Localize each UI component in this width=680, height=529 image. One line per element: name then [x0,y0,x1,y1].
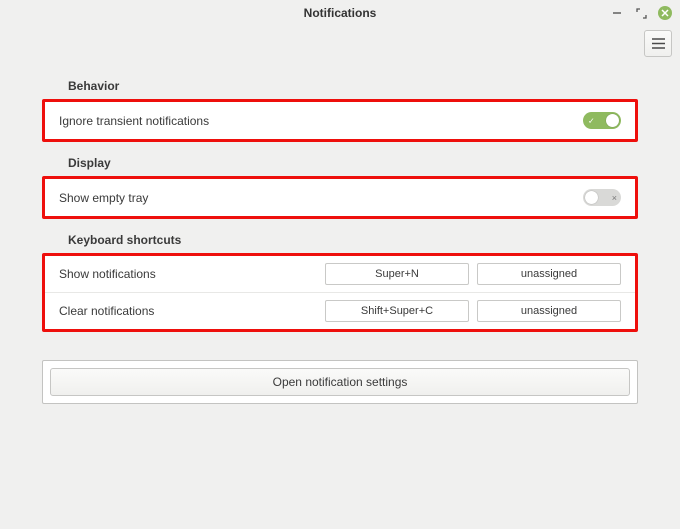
toggle-show-empty-tray[interactable]: × [583,189,621,206]
panel-behavior: Ignore transient notifications ✓ [42,99,638,142]
toggle-ignore-transient[interactable]: ✓ [583,112,621,129]
label-ignore-transient: Ignore transient notifications [59,114,209,128]
window-title: Notifications [304,6,377,20]
shortcut-row-clear: Clear notifications Shift+Super+C unassi… [45,292,635,329]
check-icon: ✓ [588,116,595,125]
window-controls [610,0,672,26]
panel-actions: Open notification settings [42,360,638,404]
open-notification-settings-button[interactable]: Open notification settings [50,368,630,396]
section-title-shortcuts: Keyboard shortcuts [42,233,638,247]
toggle-knob [585,191,598,204]
maximize-button[interactable] [634,6,648,20]
hamburger-icon [652,38,665,49]
panel-shortcuts: Show notifications Super+N unassigned Cl… [42,253,638,332]
shortcut-primary-clear[interactable]: Shift+Super+C [325,300,469,322]
close-button[interactable] [658,6,672,20]
shortcut-label-clear: Clear notifications [59,304,317,318]
shortcut-row-show: Show notifications Super+N unassigned [45,256,635,292]
row-ignore-transient: Ignore transient notifications ✓ [45,102,635,139]
x-icon: × [612,193,617,203]
toggle-knob [606,114,619,127]
content: Behavior Ignore transient notifications … [0,61,680,404]
shortcut-secondary-clear[interactable]: unassigned [477,300,621,322]
section-title-behavior: Behavior [42,79,638,93]
shortcut-label-show: Show notifications [59,267,317,281]
titlebar: Notifications [0,0,680,26]
minimize-button[interactable] [610,6,624,20]
label-show-empty-tray: Show empty tray [59,191,148,205]
toolbar [0,26,680,61]
shortcut-secondary-show[interactable]: unassigned [477,263,621,285]
panel-display: Show empty tray × [42,176,638,219]
section-title-display: Display [42,156,638,170]
shortcut-primary-show[interactable]: Super+N [325,263,469,285]
row-show-empty-tray: Show empty tray × [45,179,635,216]
hamburger-menu-button[interactable] [644,30,672,57]
